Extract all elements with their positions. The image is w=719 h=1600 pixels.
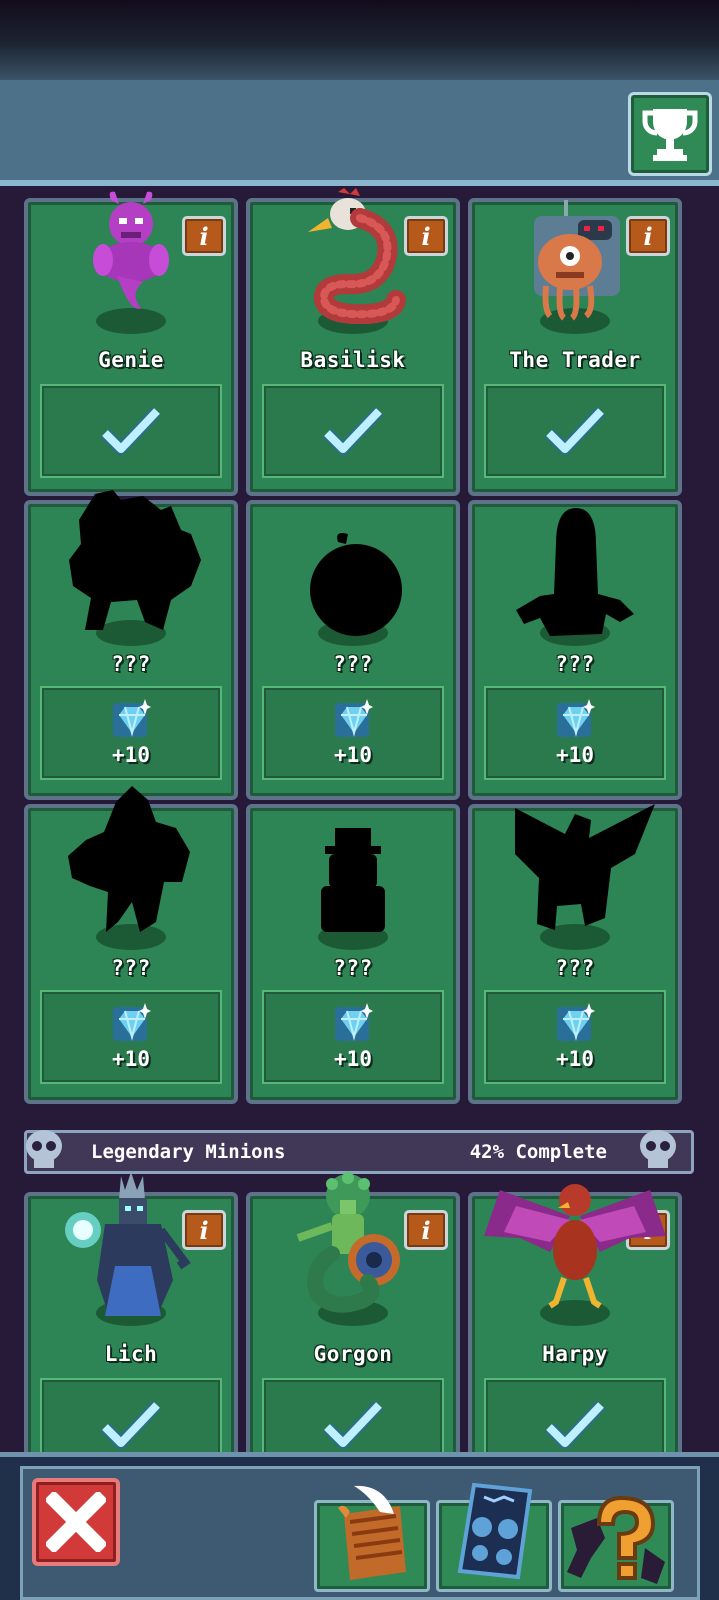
spellbook-button[interactable] [436, 1482, 552, 1592]
gem-reward-box[interactable]: +10 [262, 686, 444, 780]
locked-minion-card[interactable]: ??? +10 [246, 500, 460, 800]
trophy-icon [642, 109, 698, 161]
minion-card-gorgon[interactable]: i Gorgon [246, 1172, 460, 1490]
harpy-sprite-icon [480, 1176, 670, 1316]
minion-card-harpy[interactable]: i Harpy [468, 1184, 682, 1490]
collected-status-box [40, 384, 222, 478]
quest-scroll-button[interactable] [314, 1485, 430, 1592]
gem-reward-amount: +10 [334, 743, 372, 767]
checkmark-icon [101, 1400, 161, 1449]
locked-silhouette-icon [298, 530, 408, 640]
checkmark-icon [101, 406, 161, 455]
rune-tablet-icon [457, 1482, 533, 1580]
gem-reward-box[interactable]: +10 [40, 686, 222, 780]
info-button[interactable]: i [404, 216, 448, 256]
lich-sprite-icon [61, 1170, 201, 1320]
checkmark-icon [323, 406, 383, 455]
minion-name: Gorgon [313, 1342, 393, 1366]
info-button[interactable]: i [404, 1210, 448, 1250]
minion-name: ??? [111, 956, 151, 980]
locked-minion-card[interactable]: ??? +10 [24, 490, 238, 800]
gem-reward-amount: +10 [112, 743, 150, 767]
gem-reward-amount: +10 [556, 743, 594, 767]
section-progress: 42% Complete [469, 1141, 607, 1163]
gem-reward-amount: +10 [334, 1047, 372, 1071]
locked-minion-card[interactable]: ??? +10 [24, 786, 238, 1104]
checkmark-icon [545, 1400, 605, 1449]
scroll-quill-icon [338, 1485, 406, 1580]
trader-sprite-icon [520, 198, 630, 328]
gorgon-sprite-icon [288, 1170, 418, 1320]
gem-reward-box[interactable]: +10 [262, 990, 444, 1084]
trophy-button[interactable] [628, 92, 712, 176]
checkmark-icon [323, 1400, 383, 1449]
minion-card-genie[interactable]: i Genie [24, 191, 238, 496]
status-area [0, 0, 719, 80]
minion-name: The Trader [509, 348, 641, 372]
minion-card-the-trader[interactable]: i The Trader [468, 198, 682, 496]
minion-name: ??? [555, 956, 595, 980]
minion-card-lich[interactable]: i Lich [24, 1172, 238, 1490]
info-button[interactable]: i [182, 1210, 226, 1250]
skull-icon [640, 1130, 676, 1168]
minion-name: Basilisk [300, 348, 406, 372]
gem-reward-amount: +10 [556, 1047, 594, 1071]
gem-icon [113, 699, 151, 737]
close-button[interactable] [32, 1478, 120, 1566]
locked-minion-card[interactable]: ??? +10 [468, 500, 682, 800]
gem-reward-amount: +10 [112, 1047, 150, 1071]
info-button[interactable]: i [182, 216, 226, 256]
gem-reward-box[interactable]: +10 [40, 990, 222, 1084]
section-title: Legendary Minions [91, 1141, 286, 1163]
locked-silhouette-icon [485, 794, 665, 944]
locked-silhouette-icon [56, 782, 206, 942]
locked-silhouette-icon [510, 504, 640, 644]
minion-card-basilisk[interactable]: i Basilisk [246, 188, 460, 496]
gem-icon [335, 699, 373, 737]
close-icon [46, 1492, 106, 1552]
locked-minion-card[interactable]: ??? +10 [468, 804, 682, 1104]
header [0, 80, 719, 188]
minion-name: ??? [333, 956, 373, 980]
minion-name: Genie [98, 348, 164, 372]
gem-reward-box[interactable]: +10 [484, 686, 666, 780]
locked-silhouette-icon [313, 824, 393, 944]
gem-reward-box[interactable]: +10 [484, 990, 666, 1084]
gem-icon [557, 699, 595, 737]
locked-minion-card[interactable]: ??? +10 [246, 804, 460, 1104]
collected-status-box [262, 384, 444, 478]
gem-icon [557, 1003, 595, 1041]
minion-name: Harpy [542, 1342, 608, 1366]
collected-status-box [484, 384, 666, 478]
gem-icon [113, 1003, 151, 1041]
skull-icon [26, 1130, 62, 1168]
legendary-section-header: Legendary Minions 42% Complete [24, 1130, 694, 1174]
minion-name: ??? [333, 652, 373, 676]
genie-sprite-icon [81, 190, 181, 320]
checkmark-icon [545, 406, 605, 455]
minion-name: ??? [555, 652, 595, 676]
gem-icon [335, 1003, 373, 1041]
minion-name: Lich [104, 1342, 158, 1366]
question-mark-icon [567, 1495, 665, 1584]
mystery-button[interactable] [558, 1495, 674, 1592]
info-button[interactable]: i [626, 216, 670, 256]
minion-name: ??? [111, 652, 151, 676]
locked-silhouette-icon [51, 490, 211, 640]
basilisk-sprite-icon [298, 188, 408, 324]
